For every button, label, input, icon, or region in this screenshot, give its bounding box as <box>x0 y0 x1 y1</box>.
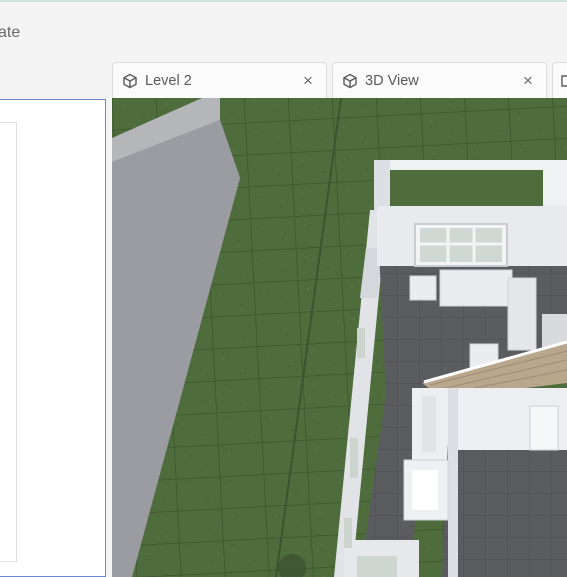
tab-level-2-close-icon[interactable]: × <box>298 71 318 91</box>
app-window: ate Level 2 × 3D View × <box>0 0 567 577</box>
armchair <box>409 275 437 301</box>
sofa <box>439 269 513 307</box>
tab-3d-view-label: 3D View <box>365 72 419 89</box>
toolbar-partial-label[interactable]: ate <box>0 24 20 42</box>
cube-icon <box>343 73 357 88</box>
cube-icon <box>123 73 137 88</box>
tab-level-2[interactable]: Level 2 × <box>112 62 327 98</box>
left-panel <box>0 62 112 577</box>
3d-scene[interactable] <box>112 98 567 577</box>
tab-3d-view[interactable]: 3D View × <box>332 62 547 98</box>
top-toolbar: ate <box>0 0 567 64</box>
tab-partial[interactable] <box>552 62 567 98</box>
tab-level-2-label: Level 2 <box>145 72 192 89</box>
tab-3d-view-close-icon[interactable]: × <box>518 71 538 91</box>
properties-panel[interactable] <box>0 99 106 577</box>
3d-viewport[interactable] <box>112 98 567 577</box>
panel-scrollbar[interactable] <box>0 122 17 562</box>
bedroom-door <box>529 405 559 451</box>
cube-icon <box>561 74 567 87</box>
